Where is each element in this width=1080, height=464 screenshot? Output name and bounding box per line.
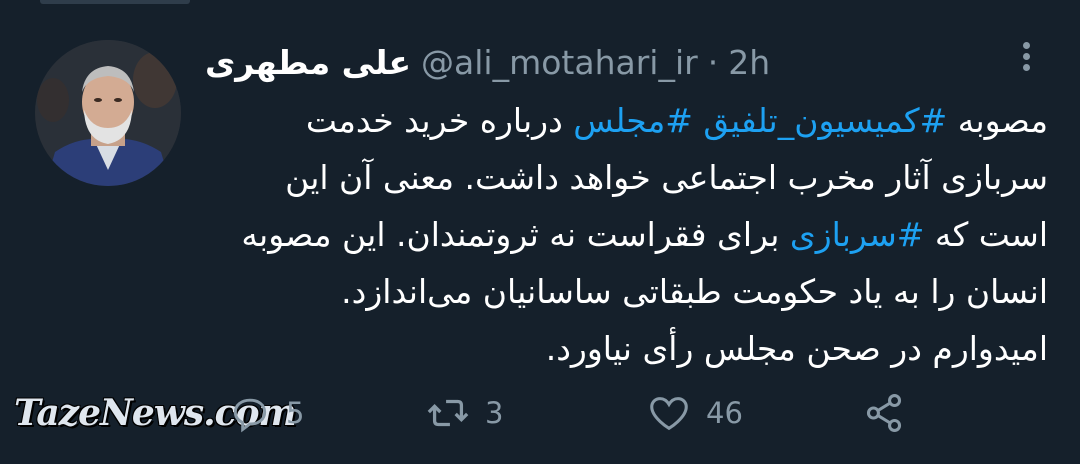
tweet-text-segment: درباره خرید خدمت (305, 101, 574, 140)
tweet-text-segment: است که (924, 215, 1048, 254)
tweet-text-segment: مصوبه (947, 101, 1048, 140)
tweet-text: مصوبه #کمیسیون_تلفیق #مجلس درباره خرید خ… (200, 92, 1048, 377)
avatar-photo (35, 40, 181, 186)
retweet-count: 3 (485, 396, 504, 430)
hashtag-link[interactable]: #کمیسیون_تلفیق (703, 101, 947, 140)
tweet-line: امیدوارم در صحن مجلس رأی نیاورد. (200, 320, 1048, 377)
tweet-text-segment: سربازی آثار مخرب اجتماعی خواهد داشت. معن… (285, 158, 1048, 197)
hashtag-link[interactable]: #مجلس (573, 101, 693, 140)
tweet-text-segment (693, 101, 704, 140)
display-name[interactable]: علی مطهری (205, 43, 411, 82)
like-count: 46 (706, 396, 743, 430)
separator-dot: · (707, 43, 719, 82)
more-options-icon[interactable] (1008, 38, 1044, 78)
share-icon (866, 394, 902, 432)
user-handle[interactable]: @ali_motahari_ir (421, 43, 698, 82)
heart-icon (650, 397, 688, 431)
reply-count: 5 (286, 396, 305, 430)
tweet-header: علی مطهری @ali_motahari_ir · 2h (205, 38, 1005, 88)
tweet-line: سربازی آثار مخرب اجتماعی خواهد داشت. معن… (200, 149, 1048, 206)
reply-icon (233, 398, 267, 433)
top-bar-indicator (40, 0, 190, 4)
tweet-line: انسان را به یاد حکومت طبقاتی ساسانیان می… (200, 263, 1048, 320)
reply-button[interactable]: 5 (228, 388, 304, 438)
tweet-text-segment: امیدوارم در صحن مجلس رأی نیاورد. (545, 329, 1048, 368)
retweet-icon (427, 399, 469, 427)
tweet-line: است که #سربازی برای فقراست نه ثروتمندان.… (200, 206, 1048, 263)
tweet-text-segment: برای فقراست نه ثروتمندان. این مصوبه (241, 215, 790, 254)
avatar[interactable] (35, 40, 181, 186)
tweet-line: مصوبه #کمیسیون_تلفیق #مجلس درباره خرید خ… (200, 92, 1048, 149)
timestamp[interactable]: 2h (728, 43, 770, 82)
share-button[interactable] (861, 388, 907, 438)
tweet-text-segment: انسان را به یاد حکومت طبقاتی ساسانیان می… (341, 272, 1048, 311)
hashtag-link[interactable]: #سربازی (790, 215, 925, 254)
like-button[interactable]: 46 (646, 388, 743, 438)
retweet-button[interactable]: 3 (425, 388, 503, 438)
